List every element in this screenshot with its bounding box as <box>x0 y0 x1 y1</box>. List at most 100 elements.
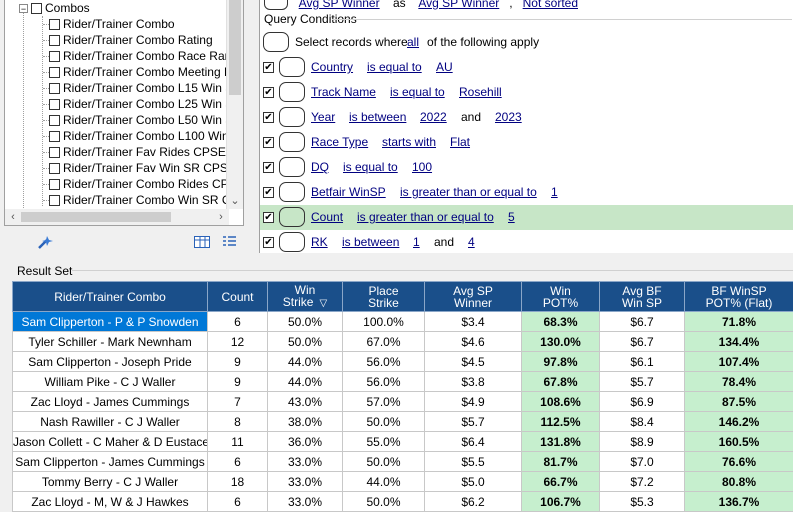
table-cell[interactable]: 44.0% <box>342 471 425 492</box>
table-cell[interactable]: $8.9 <box>599 431 685 452</box>
table-cell[interactable]: $4.6 <box>424 331 522 352</box>
table-row[interactable]: Sam Clipperton - James Cummings 6 33.0% 50.… <box>12 451 793 472</box>
table-cell[interactable]: 43.0% <box>267 391 343 412</box>
condition-field-link[interactable]: Country <box>311 60 353 74</box>
condition-toggle[interactable] <box>279 107 305 127</box>
condition-field-link[interactable]: Count <box>311 210 343 224</box>
scroll-left-icon[interactable]: ‹ <box>5 209 21 225</box>
column-header[interactable]: Avg SP Winner <box>424 281 522 312</box>
checkmark-icon[interactable]: ✔ <box>263 162 274 173</box>
tree-item[interactable]: Rider/Trainer Combo L50 Win SR <box>49 112 242 128</box>
table-row[interactable]: Sam Clipperton - P & P Snowden 6 50.0% 100.… <box>12 311 793 332</box>
table-cell[interactable]: 76.6% <box>684 451 793 472</box>
table-cell[interactable]: 6 <box>207 451 268 472</box>
column-header[interactable]: Win POT% <box>521 281 600 312</box>
tree-vertical-scrollbar[interactable]: ⌄ <box>226 0 243 209</box>
tree-item-checkbox[interactable] <box>49 35 60 46</box>
table-cell[interactable]: 108.6% <box>521 391 600 412</box>
condition-field-link[interactable]: RK <box>311 235 328 249</box>
column-header[interactable]: Count <box>207 281 268 312</box>
table-cell[interactable]: 44.0% <box>267 351 343 372</box>
filter-icon[interactable]: ▽ <box>319 298 327 309</box>
condition-value-link[interactable]: 5 <box>508 210 515 224</box>
table-cell[interactable]: $6.7 <box>599 331 685 352</box>
tree-item[interactable]: Rider/Trainer Combo L25 Win SR <box>49 96 242 112</box>
table-cell[interactable]: $3.8 <box>424 371 522 392</box>
condition-operator-link[interactable]: is greater than or equal to <box>357 210 494 224</box>
layout-icon[interactable] <box>193 234 211 250</box>
table-cell[interactable]: $6.7 <box>599 311 685 332</box>
condition-field-link[interactable]: Betfair WinSP <box>311 185 386 199</box>
tree-item[interactable]: Rider/Trainer Combo Rides CPSE <box>49 176 243 192</box>
table-cell[interactable]: 38.0% <box>267 411 343 432</box>
table-cell[interactable]: 112.5% <box>521 411 600 432</box>
table-cell[interactable]: 87.5% <box>684 391 793 412</box>
table-row[interactable]: Jason Collett - C Maher & D Eustace 11 36.… <box>12 431 793 452</box>
table-cell[interactable]: Tyler Schiller - Mark Newnham <box>12 331 208 352</box>
table-cell[interactable]: 78.4% <box>684 371 793 392</box>
collapse-icon[interactable]: − <box>19 4 28 14</box>
table-cell[interactable]: 81.7% <box>521 451 600 472</box>
table-cell[interactable]: 106.7% <box>521 491 600 512</box>
table-cell[interactable]: 18 <box>207 471 268 492</box>
table-cell[interactable]: Sam Clipperton - P & P Snowden <box>12 311 208 332</box>
tree-item-checkbox[interactable] <box>49 195 60 206</box>
checkmark-icon[interactable]: ✔ <box>263 87 274 98</box>
column-header[interactable]: Rider/Trainer Combo <box>12 281 208 312</box>
tree-item[interactable]: Rider/Trainer Combo Rating <box>49 32 213 48</box>
condition-operator-link[interactable]: is between <box>349 110 406 124</box>
table-cell[interactable]: $5.0 <box>424 471 522 492</box>
scroll-thumb[interactable] <box>229 0 241 95</box>
tree-item-checkbox[interactable] <box>49 99 60 110</box>
table-cell[interactable]: $8.4 <box>599 411 685 432</box>
group-toggle[interactable] <box>263 32 289 52</box>
condition-operator-link[interactable]: is equal to <box>390 85 445 99</box>
column-header[interactable]: Win Strike ▽ <box>267 281 343 312</box>
column-header[interactable]: Place Strike <box>342 281 425 312</box>
condition-value2-link[interactable]: 2023 <box>495 110 522 124</box>
tree-item[interactable]: Rider/Trainer Combo Race Rank <box>49 48 237 64</box>
condition-toggle[interactable] <box>279 207 305 227</box>
tree-root-checkbox[interactable] <box>31 3 42 14</box>
condition-toggle[interactable] <box>279 82 305 102</box>
condition-toggle[interactable] <box>279 132 305 152</box>
table-cell[interactable]: 8 <box>207 411 268 432</box>
tree-item-checkbox[interactable] <box>49 115 60 126</box>
table-cell[interactable]: $6.9 <box>599 391 685 412</box>
condition-value2-link[interactable]: 4 <box>468 235 475 249</box>
table-cell[interactable]: 9 <box>207 351 268 372</box>
table-cell[interactable]: 136.7% <box>684 491 793 512</box>
condition-operator-link[interactable]: is equal to <box>343 160 398 174</box>
column-header[interactable]: Avg BF Win SP <box>599 281 685 312</box>
table-cell[interactable]: 131.8% <box>521 431 600 452</box>
table-row[interactable]: Zac Lloyd - M, W & J Hawkes 6 33.0% 50.0% $6… <box>12 491 793 512</box>
condition-toggle[interactable] <box>279 182 305 202</box>
checkmark-icon[interactable]: ✔ <box>263 62 274 73</box>
tree-root[interactable]: − Combos <box>19 0 90 16</box>
table-cell[interactable]: $5.3 <box>599 491 685 512</box>
table-cell[interactable]: 130.0% <box>521 331 600 352</box>
sort-value-link[interactable]: Avg SP Winner <box>418 0 499 10</box>
table-cell[interactable]: 67.0% <box>342 331 425 352</box>
table-cell[interactable]: 33.0% <box>267 471 343 492</box>
field-tree[interactable]: − Combos Rider/Trainer Combo Rider/Trainer… <box>4 0 244 226</box>
checkmark-icon[interactable]: ✔ <box>263 137 274 148</box>
table-cell[interactable]: 33.0% <box>267 451 343 472</box>
condition-value-link[interactable]: 1 <box>551 185 558 199</box>
table-cell[interactable]: 107.4% <box>684 351 793 372</box>
table-row[interactable]: Zac Lloyd - James Cummings 7 43.0% 57.0% $4.… <box>12 391 793 412</box>
tree-item[interactable]: Rider/Trainer Combo L100 Win SF <box>49 128 243 144</box>
condition-value-link[interactable]: 100 <box>412 160 432 174</box>
table-cell[interactable]: 146.2% <box>684 411 793 432</box>
table-cell[interactable]: 44.0% <box>267 371 343 392</box>
table-cell[interactable]: $7.2 <box>599 471 685 492</box>
table-cell[interactable]: Jason Collett - C Maher & D Eustace <box>12 431 208 452</box>
tree-item[interactable]: Rider/Trainer Fav Rides CPSE <box>49 144 226 160</box>
tree-item-checkbox[interactable] <box>49 147 60 158</box>
table-cell[interactable]: 7 <box>207 391 268 412</box>
table-cell[interactable]: 71.8% <box>684 311 793 332</box>
table-cell[interactable]: Sam Clipperton - James Cummings <box>12 451 208 472</box>
table-cell[interactable]: Zac Lloyd - M, W & J Hawkes <box>12 491 208 512</box>
table-cell[interactable]: $3.4 <box>424 311 522 332</box>
table-cell[interactable]: 50.0% <box>267 331 343 352</box>
